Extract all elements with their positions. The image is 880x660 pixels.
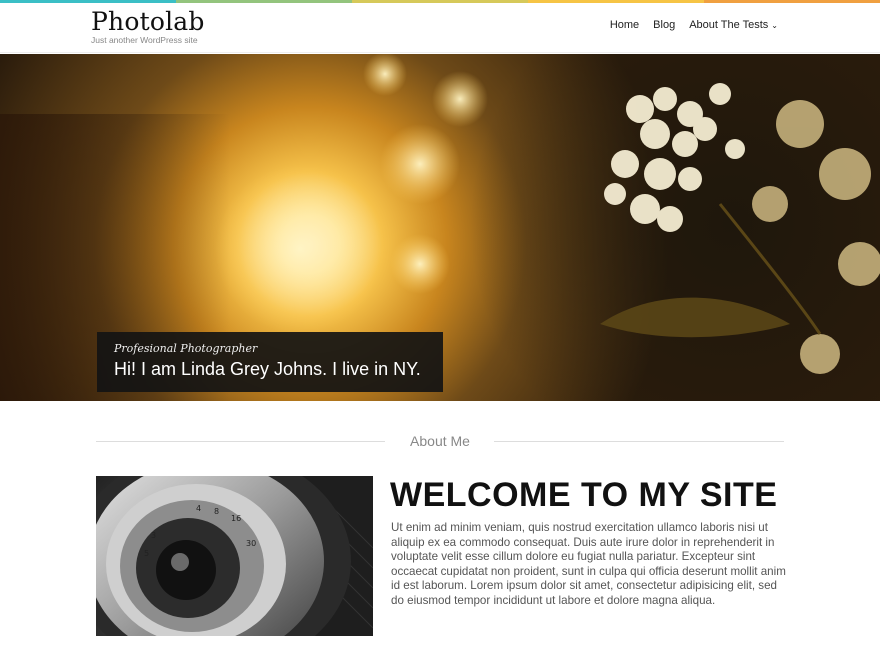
- camera-lens-image: 4 8 16 3 5 30: [96, 476, 373, 636]
- chevron-down-icon: ⌄: [771, 20, 778, 30]
- nav-item-label: Home: [609, 19, 640, 31]
- welcome-body-text: Ut enim ad minim veniam, quis nostrud ex…: [391, 521, 786, 607]
- section-title: About Me: [410, 433, 470, 449]
- nav-item-label: Blog: [653, 19, 676, 31]
- hero-title: Hi! I am Linda Grey Johns. I live in NY.: [114, 359, 421, 379]
- site-header: Photolab Just another WordPress site Hom…: [0, 3, 880, 53]
- svg-text:5: 5: [144, 549, 149, 558]
- nav-item-home[interactable]: Home: [610, 19, 639, 31]
- nav-item-label: About The Tests: [689, 19, 769, 31]
- hero-banner: Profesional Photographer Hi! I am Linda …: [0, 54, 880, 401]
- main-navigation: Home Blog About The Tests ⌄: [610, 19, 778, 31]
- hero-caption-box: Profesional Photographer Hi! I am Linda …: [97, 332, 443, 392]
- nav-item-about-the-tests[interactable]: About The Tests ⌄: [689, 19, 778, 31]
- nav-item-blog[interactable]: Blog: [653, 19, 675, 31]
- site-title-link[interactable]: Photolab: [91, 7, 205, 36]
- about-section-header: About Me: [96, 432, 784, 452]
- svg-text:30: 30: [246, 539, 256, 548]
- hero-subtitle: Profesional Photographer: [114, 342, 258, 355]
- svg-text:3: 3: [151, 531, 156, 540]
- svg-text:8: 8: [214, 507, 219, 516]
- site-tagline: Just another WordPress site: [91, 35, 198, 45]
- welcome-heading: WELCOME TO MY SITE: [390, 476, 778, 514]
- svg-text:16: 16: [231, 514, 241, 523]
- svg-text:4: 4: [196, 504, 201, 513]
